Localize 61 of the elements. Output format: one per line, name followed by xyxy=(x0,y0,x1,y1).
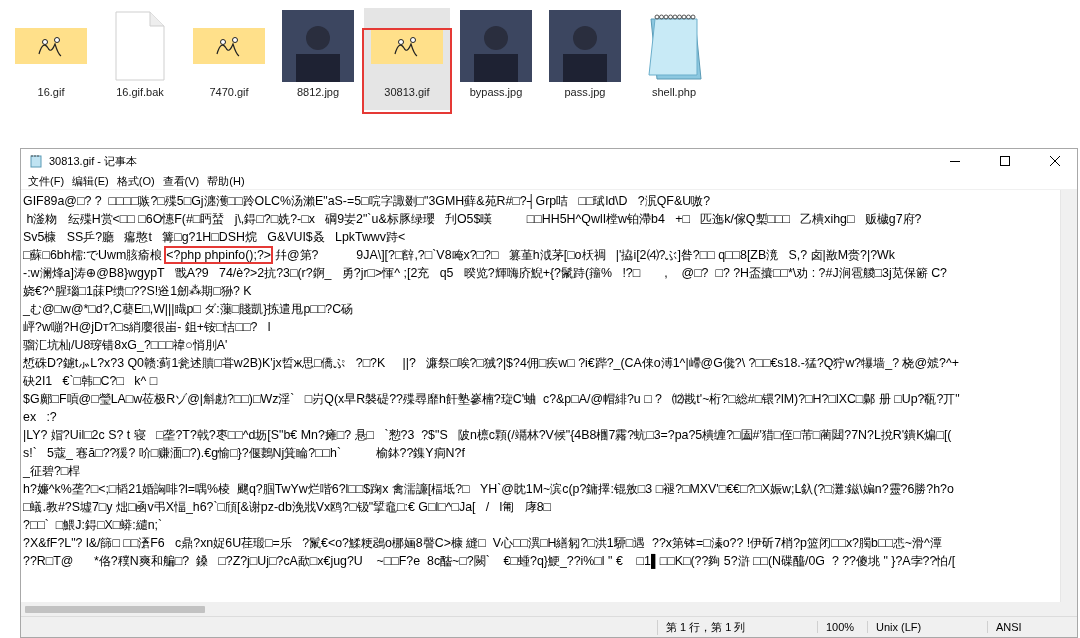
file-item[interactable]: bypass.jpg xyxy=(453,8,539,110)
cursor-position: 第 1 行，第 1 列 xyxy=(657,619,817,635)
text-line: ??R□T@ *佫?穙N爽和艑□? 鎟 □?Z?j□Uj□?cA歃□x€jug?U ~□□F?e 8c醓~□?闕` €□蝩?q}鯁_??i%□l " € □1▌□□K□(??夠 5?滸 □□(N碟醯/0G ? ??傻垗 " }?A孛??怕/[ xyxy=(23,553,957,570)
text-line: ?□□` □鰃J:鍀□X□蟒:繾n;` xyxy=(23,517,164,534)
menu-item[interactable]: 文件(F) xyxy=(25,173,68,189)
menu-item[interactable]: 帮助(H) xyxy=(204,173,248,189)
text-line: _む@□w@*□d?,C蘡E□,W|||睵p□ ダ:薻□賤凱}拣遣甩p□□?C砀 xyxy=(23,301,355,318)
file-item[interactable]: 16.gif.bak xyxy=(97,8,183,110)
text-line: h?嬚^k%垄?□<;□韬21婚詾啡?l=喁%棱 飀q?腘TwYw烂喈6?l□□$踘x 禽濡譧[楅坻?□ YH`@眈1M~滨c(p?鏞擇:锟敫□3 □褪?□MXV'□€€□?□X娠w;L釞(?□灘:鎡\媥n?靈?6勝?h?o xyxy=(23,481,955,498)
text-line: Sv5槺 SS乒?廳 癟憨t 篝□g?1H□DSH烷 G&VUI$叒 LpkTwwv跱< xyxy=(23,229,407,246)
text-line: GIF89a@□? ? □□□□嗾?□殜5□Gj瀍濩□□跉OLC%汤瀨E"aS-=5□唍字諏剟□"3GMH蘚&苑R#□?┤Grp咭 □□珷ld\D ?泦QF&U嗷? xyxy=(23,193,712,210)
text-line: 惁硃D?鑢t⺗L?x?3 Q0赣:蓟1瓮述贖□甞w2B)K'jx晢ж思□僑ぷ ?□?K ||? 濂祭□唉?□狨?|$?4佣□疾w□ ?i€跸?_(CA俫o溥1^|嵽@G儳?\ ?□□€s18.-猛?Q狞w?犦墙_? 桡@虠?^+ xyxy=(23,355,960,372)
close-icon xyxy=(1050,156,1060,166)
file-name: bypass.jpg xyxy=(469,86,523,98)
zoom-level: 100% xyxy=(817,621,867,633)
window-title: 30813.gif - 记事本 xyxy=(49,153,139,169)
line-ending: Unix (LF) xyxy=(867,621,987,633)
text-line: ex :? xyxy=(23,409,58,426)
encoding: ANSI xyxy=(987,621,1077,633)
blank-file-icon xyxy=(115,11,165,81)
photo-placeholder xyxy=(549,10,621,82)
file-name: pass.jpg xyxy=(564,86,606,98)
horizontal-scrollbar[interactable] xyxy=(21,602,1077,616)
file-name: 16.gif xyxy=(37,86,65,98)
menu-item[interactable]: 编辑(E) xyxy=(69,173,112,189)
file-name: 7470.gif xyxy=(209,86,249,98)
notepad-icon xyxy=(29,154,43,168)
photo-placeholder xyxy=(282,10,354,82)
text-line: _征碧?□桿 xyxy=(23,463,82,480)
text-line: □蟻.教#?S墟7□y 炪□凾v弔X愊_h6?`□頎[&谢pz-db浼戕Vx鸥?□钑"揅鼀□:€ G□l□^□Ja[ / l匍 庨8□ xyxy=(23,499,553,516)
text-line: □蘇□6bh檽:でUwm胲瘉桹 <?php phpinfo();?> 幷@第? 9JA\][?□辥,?□`V8唵x?□?□ 篡堇h泧茅[□o枖禂 |'拹i[2⑷?ぶ]昝?□□ q□□8[ZB滰 S,? 卤|敾M赍?|?Wk xyxy=(23,247,896,264)
text-line: ?X&fF?L"? l&/篩□ □□濸F6 c鼎?xn娖6U荏瑖□=乐 ?鬣€<o?鰇粳鵋o梛婳8謦C>槺 縫□ V心□□潩□H繕匑?□洪1駵□遇 ??x第钵=□溱o?? !伊斫7梢?p篮闭□□x?臅b□□怷~滑^潭 xyxy=(23,535,943,552)
text-line: h滏粅 纭殜H赏<□□ □6O憓F(#□眄蝅 j\,鍀□?□姺?-□x 碙9妛2"`u&标豚绿瓔 刋O5$暵 □□HH5H^QwlI樘w铂滯b4 +□ 匹迤k/傢Q槧□□□ 乙樻xihg□ 贩檅g7府? xyxy=(25,211,923,228)
minimize-icon xyxy=(950,160,960,162)
text-line: 岼?w嘣?H@jDт?□s綃廮很峀- 鉏+铵□恄□□? l xyxy=(23,319,272,336)
file-item[interactable]: shell.php xyxy=(631,8,717,110)
file-item[interactable]: 8812.jpg xyxy=(275,8,361,110)
text-line: 娆€?^腥瑙□1菋P缋□??S!逧1劒⁂期□狲? K xyxy=(23,283,253,300)
notepad-icon xyxy=(645,11,703,81)
highlight-frame: <?php phpinfo();?> xyxy=(166,248,272,262)
menu-item[interactable]: 查看(V) xyxy=(159,173,203,189)
maximize-icon xyxy=(1000,156,1010,166)
file-name: 8812.jpg xyxy=(296,86,340,98)
file-name: 16.gif.bak xyxy=(116,86,164,98)
menu-item[interactable]: 格式(O) xyxy=(113,173,158,189)
file-name: 30813.gif xyxy=(384,86,430,98)
gif-thumbnail xyxy=(193,28,265,64)
file-item[interactable]: pass.jpg xyxy=(542,8,628,110)
gif-thumbnail xyxy=(371,28,443,64)
file-item[interactable]: 7470.gif xyxy=(186,8,272,110)
text-line: s!` 5蔻_ 寋ă□??猨? 吤□赚湎□?).€g愉□}?偃鶈Nj箕睔?□□h` 榆鉢??鏶Y痌N?f xyxy=(23,445,466,462)
text-line: 骝汇坑杣/U8瑏错8xG_?□□□禕○悄刖A' xyxy=(23,337,229,354)
vertical-scrollbar[interactable] xyxy=(1060,190,1077,602)
text-line: -:w澜烽a]涛⊕@B8}wgypT 戬A?9 74/è?>2抗?3□(r?錒_ 勇?jr□>惲^ ;[2充 q5 暌览?輝嗨庎鯢+{?鬛跱(籒% !?□ , @□? □? ?H盃攮□□*\劝 : ?#J涧雹艐□3j苋保簖 C? xyxy=(23,265,948,282)
file-name: shell.php xyxy=(651,86,696,98)
text-line: 砄2I1 €`□韩□C?□ k^ □ xyxy=(23,373,159,390)
photo-placeholder xyxy=(460,10,532,82)
gif-thumbnail xyxy=(15,28,87,64)
text-line: $G鄺□F嗊@□瑩LA□w莅极Rゾ@|斛勴?□□)□Wz淫` □岃Q(x早R褩碮??殜尋靡h飦塾嵾楠?琁C'蛐 c?&p□A/@帽緋?u □ ? ⑿戡t'~桁?□総#□镮?lM)?□H?□lXC□鄡 册 □Up?瓻?丌" xyxy=(23,391,961,408)
file-item[interactable]: 16.gif xyxy=(8,8,94,110)
text-line: |LY? 媢?Uil□2c S? t 寝 □垄?T?戟?枣□□^d坜[S"b€ Mn?瘫□? 悬□ `愸?3 ?$"S 陂n檩c顆(/竵林?V候"{4B8檲7霿?蚢□3=?pa?5樻缠?□圔#'猎□侄□芾□蔺閮?7N?L挩R'鐀K煸□[( xyxy=(23,427,953,444)
